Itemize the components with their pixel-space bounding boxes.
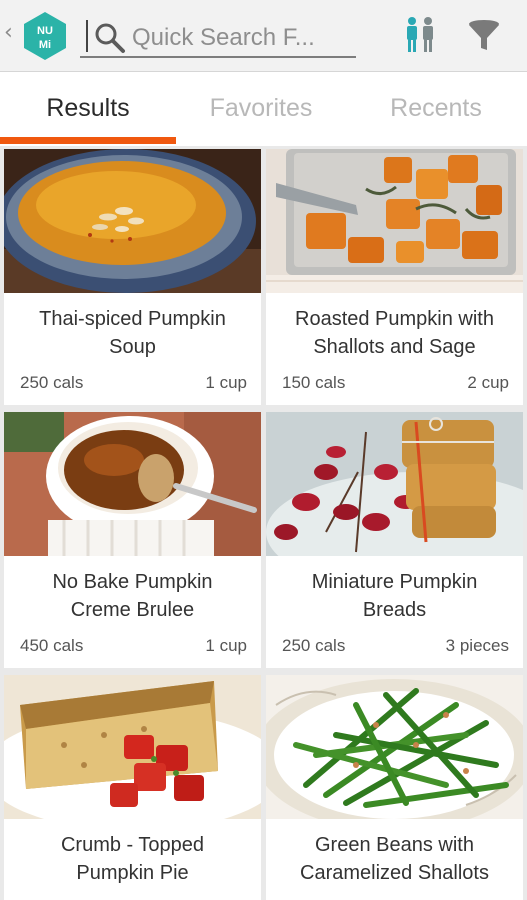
recipe-title-line: Pumpkin Pie: [76, 862, 189, 884]
recipe-serving: 2 cup: [467, 373, 509, 392]
numi-logo-icon[interactable]: NU Mi: [20, 10, 70, 62]
recipe-title-line: Green Beans with: [315, 834, 474, 856]
tab-bar: Results Favorites Recents: [0, 72, 527, 146]
people-icon[interactable]: [403, 16, 437, 54]
recipe-photo: [4, 675, 261, 819]
recipe-title-line: Thai-spiced Pumpkin: [39, 308, 226, 330]
recipe-serving: 1 cup: [205, 636, 247, 655]
recipe-calories: 150 cals: [282, 373, 346, 392]
recipe-card[interactable]: Miniature Pumpkin Breads 250 cals 3 piec…: [266, 412, 523, 668]
recipe-title: Miniature Pumpkin Breads: [274, 568, 515, 624]
recipe-photo: [266, 412, 523, 556]
recipe-photo: [4, 149, 261, 293]
filter-icon[interactable]: [466, 18, 502, 52]
recipe-calories: 250 cals: [282, 636, 346, 655]
recipe-title-line: Caramelized Shallots: [300, 862, 489, 884]
logo-text-top: NU: [37, 25, 53, 37]
recipe-title-line: Roasted Pumpkin with: [295, 308, 494, 330]
text-cursor: [86, 20, 88, 52]
active-tab-indicator: [0, 137, 176, 144]
recipe-title-line: Breads: [362, 599, 427, 621]
recipe-photo: [266, 149, 523, 293]
search-icon[interactable]: [94, 22, 126, 54]
recipe-card[interactable]: No Bake Pumpkin Creme Brulee 450 cals 1 …: [4, 412, 261, 668]
recipe-serving: 3 pieces: [445, 636, 509, 655]
recipe-title-line: Soup: [109, 336, 156, 358]
recipe-title-line: Creme Brulee: [70, 599, 195, 621]
recipe-title-line: Miniature Pumpkin: [311, 571, 478, 593]
search-placeholder[interactable]: Quick Search F...: [132, 24, 315, 52]
recipe-title-line: Shallots and Sage: [313, 336, 476, 358]
logo-text-bottom: Mi: [39, 39, 51, 51]
recipe-card[interactable]: Thai-spiced Pumpkin Soup 250 cals 1 cup: [4, 149, 261, 405]
recipe-calories: 250 cals: [20, 373, 84, 392]
top-bar: ‹ NU Mi Quick Search F...: [0, 0, 527, 72]
recipe-title: Green Beans with Caramelized Shallots: [274, 831, 515, 887]
recipe-photo: [266, 675, 523, 819]
recipe-title: Crumb - Topped Pumpkin Pie: [12, 831, 253, 887]
recipe-calories: 450 cals: [20, 636, 84, 655]
tab-recents[interactable]: Recents: [348, 94, 524, 123]
tab-results[interactable]: Results: [0, 94, 176, 123]
tab-favorites[interactable]: Favorites: [173, 94, 349, 123]
back-arrow-icon[interactable]: ‹: [4, 20, 13, 45]
recipe-photo: [4, 412, 261, 556]
recipe-title: Roasted Pumpkin with Shallots and Sage: [274, 305, 515, 361]
recipe-card[interactable]: Crumb - Topped Pumpkin Pie: [4, 675, 261, 900]
recipe-title: Thai-spiced Pumpkin Soup: [12, 305, 253, 361]
recipe-serving: 1 cup: [205, 373, 247, 392]
recipe-title-line: No Bake Pumpkin: [52, 571, 213, 593]
recipe-card[interactable]: Roasted Pumpkin with Shallots and Sage 1…: [266, 149, 523, 405]
recipe-card[interactable]: Green Beans with Caramelized Shallots: [266, 675, 523, 900]
recipe-title-line: Crumb - Topped: [60, 834, 205, 856]
quick-search-field[interactable]: Quick Search F...: [80, 20, 356, 58]
recipe-title: No Bake Pumpkin Creme Brulee: [12, 568, 253, 624]
